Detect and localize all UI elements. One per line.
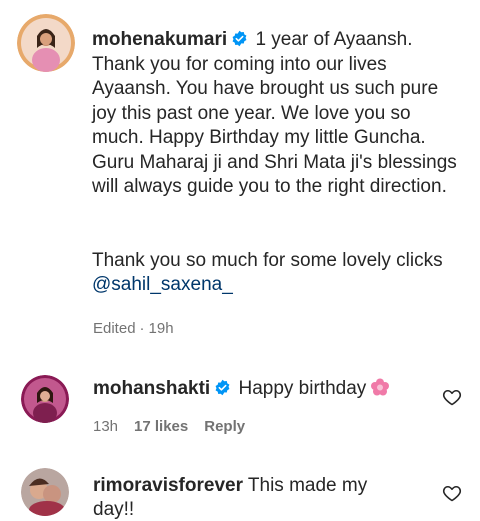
verified-badge-icon — [231, 30, 248, 47]
reply-button[interactable]: Reply — [204, 418, 245, 435]
like-comment-button[interactable] — [442, 387, 462, 407]
avatar-rimoravisforever[interactable] — [21, 468, 69, 516]
comment-username[interactable]: mohanshakti — [93, 378, 210, 399]
comment-time[interactable]: 13h — [93, 418, 118, 435]
avatar-mohanshakti[interactable] — [21, 375, 69, 423]
verified-badge-icon — [214, 379, 231, 396]
comment-rimoravisforever: rimoravisforever This made my day!! — [93, 474, 413, 521]
heart-outline-icon — [442, 485, 462, 502]
caption-meta: Edited · 19h — [93, 320, 190, 337]
comment-mohanshakti: mohanshakti Happy birthday — [93, 377, 390, 401]
caption-paragraph-1: 1 year of Ayaansh. Thank you for coming … — [92, 29, 457, 197]
caption-thanks-text: Thank you so much for some lovely clicks — [92, 249, 443, 271]
avatar-mohenakumari[interactable] — [17, 14, 75, 72]
comment-text: Happy birthday — [238, 378, 367, 399]
comment-meta: 13h 17 likes Reply — [93, 418, 261, 435]
meta-separator: · — [139, 320, 145, 337]
comment-username[interactable]: rimoravisforever — [93, 475, 243, 496]
caption-paragraph-2: Thank you so much for some lovely clicks… — [92, 249, 462, 298]
mention-link[interactable]: @sahil_saxena_ — [92, 274, 233, 295]
comment-likes[interactable]: 17 likes — [134, 418, 188, 435]
heart-outline-icon — [442, 389, 462, 406]
caption-time[interactable]: 19h — [149, 320, 174, 337]
post-caption: mohenakumari 1 year of Ayaansh. Thank yo… — [92, 28, 462, 298]
flower-emoji — [370, 378, 390, 396]
edited-label: Edited — [93, 320, 136, 337]
caption-username[interactable]: mohenakumari — [92, 29, 227, 50]
like-comment-button[interactable] — [442, 483, 462, 503]
